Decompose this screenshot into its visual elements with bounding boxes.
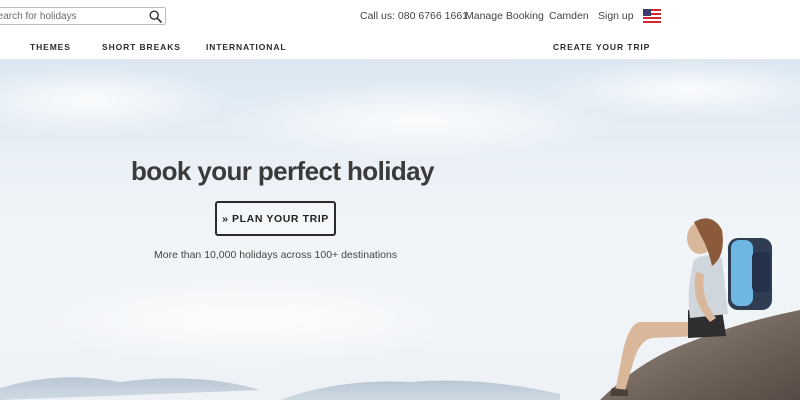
distant-hill	[280, 380, 560, 400]
manage-booking-link[interactable]: Manage Booking	[465, 10, 544, 22]
hero-banner: book your perfect holiday » PLAN YOUR TR…	[0, 60, 800, 400]
cloud	[0, 65, 230, 135]
nav-item-themes[interactable]: THEMES	[30, 42, 71, 52]
plan-your-trip-button[interactable]: » PLAN YOUR TRIP	[215, 201, 336, 236]
nav-item-create-your-trip[interactable]: CREATE YOUR TRIP	[553, 42, 650, 52]
backpack-sleeping-pad	[731, 240, 753, 306]
search-box	[0, 7, 166, 25]
nav-item-international[interactable]: INTERNATIONAL	[206, 42, 286, 52]
backpack-pocket	[752, 252, 770, 292]
search-icon[interactable]	[149, 10, 162, 23]
main-nav: THEMES SHORT BREAKS INTERNATIONAL CREATE…	[0, 32, 800, 60]
top-utility-bar: Call us: 080 6766 1661 Manage Booking Ca…	[0, 0, 800, 32]
cloud	[20, 275, 480, 365]
us-flag-icon[interactable]	[643, 9, 661, 23]
distant-hill	[0, 377, 260, 400]
hero-background-image	[0, 60, 800, 400]
hero-tagline: More than 10,000 holidays across 100+ de…	[154, 249, 398, 261]
nav-item-short-breaks[interactable]: SHORT BREAKS	[102, 42, 181, 52]
sign-up-link[interactable]: Sign up	[598, 10, 634, 22]
branch-link[interactable]: Camden	[549, 10, 589, 22]
search-input[interactable]	[0, 8, 144, 24]
hero-headline: book your perfect holiday	[131, 156, 434, 186]
call-us-link[interactable]: Call us: 080 6766 1661	[360, 10, 468, 22]
